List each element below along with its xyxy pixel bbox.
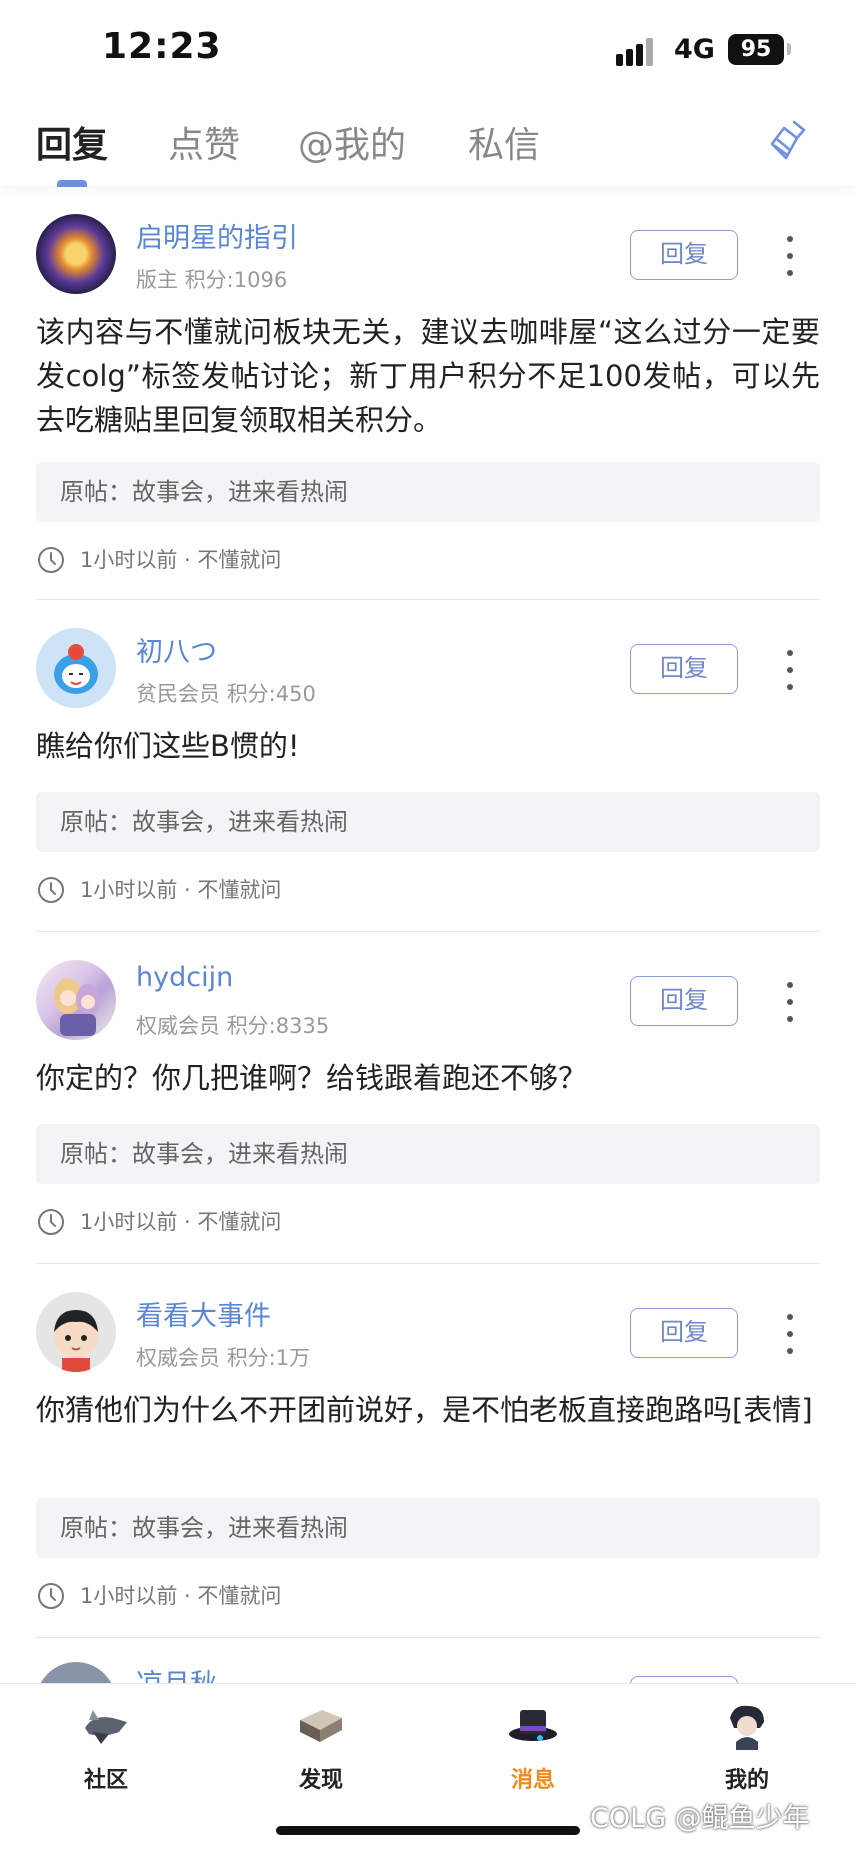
reply-button[interactable]: 回复 — [630, 1676, 738, 1683]
active-tab-indicator — [57, 180, 87, 187]
time: 1小时以前 — [80, 548, 178, 572]
airship-icon — [85, 1710, 127, 1744]
nav-label: 发现 — [298, 1768, 343, 1793]
reply-button[interactable]: 回复 — [630, 230, 738, 280]
status-bar: 12:23 4G 95 — [0, 0, 856, 100]
original-post-link[interactable]: 原帖：故事会，进来看热闹 — [36, 1124, 820, 1184]
tab-likes[interactable]: 点赞 — [168, 116, 240, 168]
reply-item: 凉月秋 回复 — [0, 1638, 856, 1683]
battery-icon: 95 — [728, 34, 784, 65]
user-rank: 权威会员 积分:8335 — [136, 1010, 329, 1040]
board[interactable]: 不懂就问 — [197, 548, 281, 572]
nav-label: 社区 — [83, 1768, 128, 1793]
origin-text: 原帖：故事会，进来看热闹 — [60, 478, 348, 506]
reply-button[interactable]: 回复 — [630, 1308, 738, 1358]
points: 积分:1096 — [184, 268, 288, 292]
status-time: 12:23 — [102, 26, 222, 67]
nav-profile[interactable]: 我的 — [692, 1698, 802, 1794]
tab-mentions[interactable]: @我的 — [298, 116, 406, 168]
board[interactable]: 不懂就问 — [197, 878, 281, 902]
character-avatar-icon — [730, 1705, 764, 1750]
nav-messages[interactable]: 消息 — [478, 1698, 588, 1794]
rank: 贫民会员 — [136, 682, 220, 706]
time: 1小时以前 — [80, 1210, 178, 1234]
time: 1小时以前 — [80, 878, 178, 902]
board[interactable]: 不懂就问 — [197, 1584, 281, 1608]
clock-icon — [38, 877, 64, 903]
home-indicator — [276, 1826, 580, 1835]
avatar[interactable] — [36, 960, 116, 1040]
divider — [36, 1263, 820, 1264]
nav-label: 消息 — [510, 1768, 555, 1793]
avatar[interactable] — [36, 1292, 116, 1372]
signal-icon — [616, 38, 660, 66]
more-options-icon[interactable] — [780, 980, 800, 1024]
origin-text: 原帖：故事会，进来看热闹 — [60, 808, 348, 836]
username[interactable]: 凉月秋 — [136, 1662, 217, 1683]
origin-text: 原帖：故事会，进来看热闹 — [60, 1514, 348, 1542]
avatar[interactable] — [36, 1662, 116, 1683]
reply-button[interactable]: 回复 — [630, 976, 738, 1026]
divider — [36, 931, 820, 932]
avatar[interactable] — [36, 214, 116, 294]
broom-icon[interactable] — [764, 116, 814, 166]
message-tabs: 回复 点赞 @我的 私信 — [0, 100, 856, 187]
top-hat-icon — [509, 1710, 557, 1741]
avatar[interactable] — [36, 628, 116, 708]
network-type: 4G — [674, 34, 715, 65]
original-post-link[interactable]: 原帖：故事会，进来看热闹 — [36, 462, 820, 522]
nav-label: 我的 — [724, 1768, 769, 1793]
points: 积分:1万 — [226, 1346, 311, 1370]
reply-content[interactable]: 该内容与不懂就问板块无关，建议去咖啡屋“这么过分一定要发colg”标签发帖讨论；… — [36, 310, 820, 442]
clock-icon — [38, 1209, 64, 1235]
more-options-icon[interactable] — [780, 1312, 800, 1356]
tab-private-messages[interactable]: 私信 — [468, 116, 540, 168]
reply-content[interactable]: 瞧给你们这些B惯的! — [36, 724, 820, 768]
points: 积分:8335 — [226, 1014, 330, 1038]
nav-discover[interactable]: 发现 — [266, 1698, 376, 1794]
rank: 版主 — [136, 268, 178, 292]
board[interactable]: 不懂就问 — [197, 1210, 281, 1234]
clock-icon — [38, 547, 64, 573]
reply-content[interactable]: 你猜他们为什么不开团前说好，是不怕老板直接跑路吗[表情] — [36, 1388, 820, 1432]
username[interactable]: 看看大事件 — [136, 1294, 271, 1333]
rank: 权威会员 — [136, 1346, 220, 1370]
time: 1小时以前 — [80, 1584, 178, 1608]
username[interactable]: hydcijn — [136, 962, 233, 993]
original-post-link[interactable]: 原帖：故事会，进来看热闹 — [36, 1498, 820, 1558]
nav-community[interactable]: 社区 — [51, 1698, 161, 1794]
points: 积分:450 — [226, 682, 316, 706]
username[interactable]: 启明星的指引 — [136, 216, 298, 255]
battery-tip — [787, 43, 791, 55]
username[interactable]: 初八つ — [136, 630, 217, 669]
user-rank: 版主 积分:1096 — [136, 264, 287, 294]
divider — [36, 599, 820, 600]
more-options-icon[interactable] — [780, 234, 800, 278]
user-rank: 权威会员 积分:1万 — [136, 1342, 310, 1372]
rank: 权威会员 — [136, 1014, 220, 1038]
more-options-icon[interactable] — [780, 648, 800, 692]
original-post-link[interactable]: 原帖：故事会，进来看热闹 — [36, 792, 820, 852]
reply-button[interactable]: 回复 — [630, 644, 738, 694]
user-rank: 贫民会员 积分:450 — [136, 678, 316, 708]
blob-character-icon — [54, 644, 98, 694]
tab-replies[interactable]: 回复 — [36, 116, 108, 168]
clock-icon — [38, 1583, 64, 1609]
book-icon — [300, 1710, 342, 1742]
origin-text: 原帖：故事会，进来看热闹 — [60, 1140, 348, 1168]
reply-content[interactable]: 你定的？你几把谁啊？给钱跟着跑还不够？ — [36, 1056, 820, 1100]
anime-character-icon — [54, 978, 100, 1036]
watermark: COLG @鲲鱼少年 — [590, 1803, 810, 1834]
cartoon-boy-icon — [54, 1310, 98, 1372]
